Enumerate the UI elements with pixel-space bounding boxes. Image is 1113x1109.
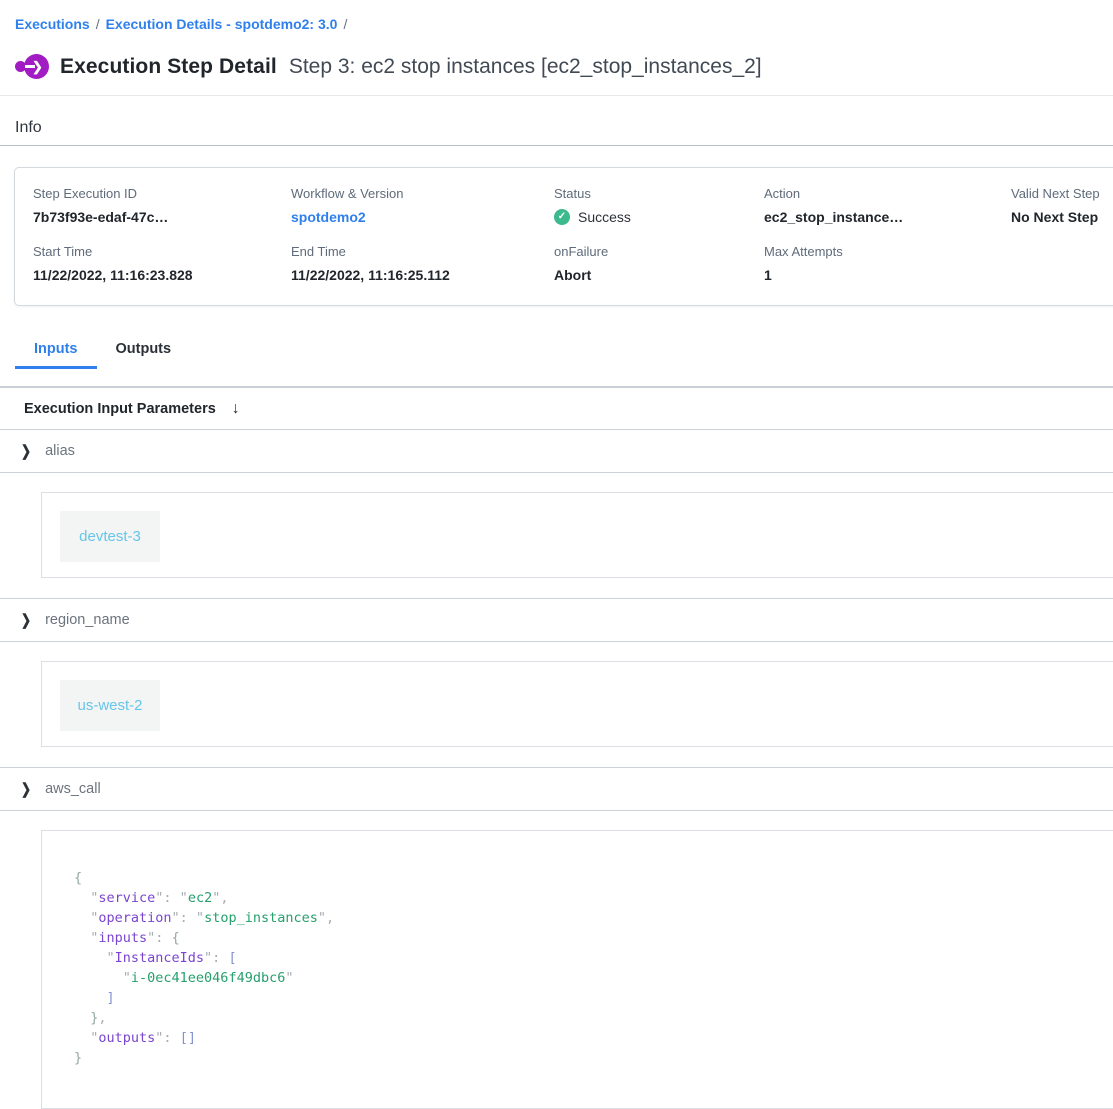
field-start-time: Start Time 11/22/2022, 11:16:23.828 — [33, 244, 291, 283]
json-code-block: { "service": "ec2", "operation": "stop_i… — [74, 868, 1090, 1068]
field-label: Action — [764, 186, 1011, 201]
field-max-attempts: Max Attempts 1 — [764, 244, 1011, 283]
field-value: 11/22/2022, 11:16:23.828 — [33, 267, 291, 283]
workflow-logo-icon: ❯ — [15, 53, 49, 80]
field-action: Action ec2_stop_instance… — [764, 186, 1011, 225]
params-title: Execution Input Parameters — [24, 401, 216, 417]
breadcrumb-link-execution-details[interactable]: Execution Details - spotdemo2: 3.0 — [106, 16, 338, 32]
field-valid-next-step: Valid Next Step No Next Step — [1011, 186, 1113, 225]
page-header: ❯ Execution Step Detail Step 3: ec2 stop… — [15, 53, 1113, 80]
success-check-icon: ✓ — [554, 209, 570, 225]
field-label: Start Time — [33, 244, 291, 259]
page-subtitle: Step 3: ec2 stop instances [ec2_stop_ins… — [289, 55, 762, 79]
field-status: Status ✓ Success — [554, 186, 764, 225]
param-row-alias[interactable]: ❯ alias — [0, 430, 1113, 472]
row-divider — [0, 641, 1113, 642]
param-value-panel-alias: devtest-3 — [41, 492, 1113, 578]
field-label: onFailure — [554, 244, 764, 259]
breadcrumb-separator: / — [337, 16, 353, 32]
chevron-right-icon: ❯ — [21, 611, 31, 629]
field-label: Max Attempts — [764, 244, 1011, 259]
tab-outputs[interactable]: Outputs — [97, 332, 191, 369]
tab-inputs[interactable]: Inputs — [15, 332, 97, 369]
sort-down-icon[interactable]: ↓ — [232, 401, 240, 417]
field-step-execution-id: Step Execution ID 7b73f93e-edaf-47c… — [33, 186, 291, 225]
field-value: 11/22/2022, 11:16:25.112 — [291, 267, 554, 283]
param-label: alias — [45, 443, 75, 459]
field-onfailure: onFailure Abort — [554, 244, 764, 283]
breadcrumb: Executions/Execution Details - spotdemo2… — [15, 16, 1113, 32]
param-value-chip: us-west-2 — [60, 680, 160, 731]
field-value: 7b73f93e-edaf-47c… — [33, 209, 291, 225]
param-value-panel-aws-call: { "service": "ec2", "operation": "stop_i… — [41, 830, 1113, 1109]
params-header: Execution Input Parameters ↓ — [0, 388, 1113, 429]
breadcrumb-link-executions[interactable]: Executions — [15, 16, 90, 32]
chevron-right-icon: ❯ — [21, 780, 31, 798]
field-value: ec2_stop_instance… — [764, 209, 1011, 225]
field-end-time: End Time 11/22/2022, 11:16:25.112 — [291, 244, 554, 283]
chevron-right-icon: ❯ — [21, 442, 31, 460]
status-text: Success — [578, 209, 631, 225]
param-label: aws_call — [45, 781, 101, 797]
workflow-link[interactable]: spotdemo2 — [291, 209, 554, 225]
field-value: 1 — [764, 267, 1011, 283]
field-label: Status — [554, 186, 764, 201]
param-row-aws-call[interactable]: ❯ aws_call — [0, 768, 1113, 810]
param-label: region_name — [45, 612, 130, 628]
tab-bar: Inputs Outputs — [15, 332, 1113, 369]
field-empty — [1011, 244, 1113, 283]
field-label: Step Execution ID — [33, 186, 291, 201]
param-value-chip: devtest-3 — [60, 511, 160, 562]
field-label: End Time — [291, 244, 554, 259]
field-value: No Next Step — [1011, 209, 1113, 225]
field-value: Abort — [554, 267, 764, 283]
title-divider — [0, 95, 1113, 96]
param-value-panel-region-name: us-west-2 — [41, 661, 1113, 747]
field-label: Valid Next Step — [1011, 186, 1113, 201]
status-badge: ✓ Success — [554, 209, 764, 225]
page-title: Execution Step Detail — [60, 55, 277, 79]
field-label: Workflow & Version — [291, 186, 554, 201]
info-divider — [0, 145, 1113, 146]
param-row-region-name[interactable]: ❯ region_name — [0, 599, 1113, 641]
info-card: Step Execution ID 7b73f93e-edaf-47c… Wor… — [14, 167, 1113, 306]
row-divider — [0, 472, 1113, 473]
field-workflow-version: Workflow & Version spotdemo2 — [291, 186, 554, 225]
row-divider — [0, 810, 1113, 811]
info-heading: Info — [15, 119, 1113, 137]
breadcrumb-separator: / — [90, 16, 106, 32]
